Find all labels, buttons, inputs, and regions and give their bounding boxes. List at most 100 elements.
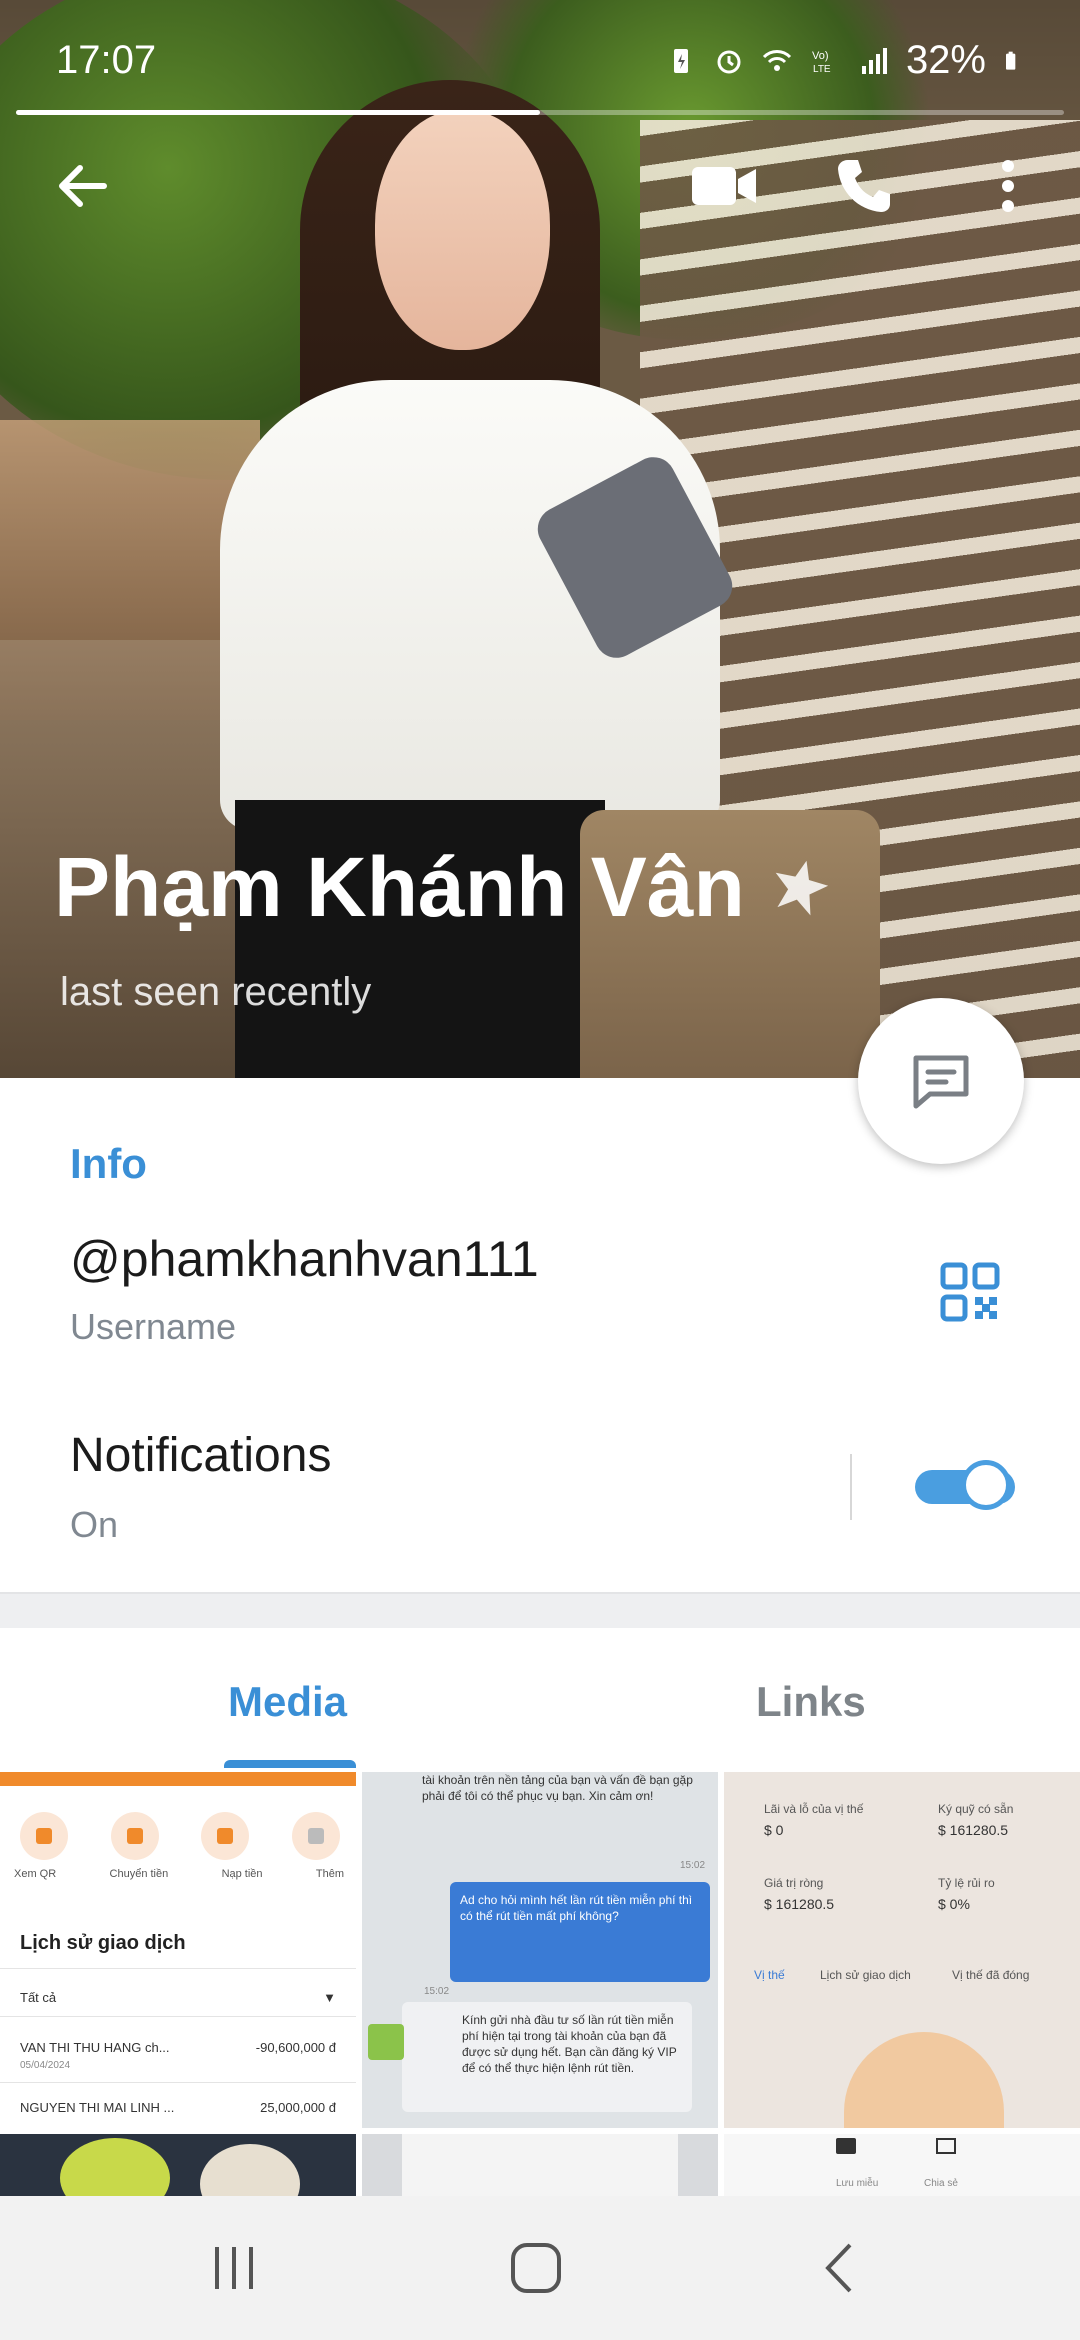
toggle-knob	[961, 1460, 1011, 1510]
tab-links[interactable]: Links	[756, 1678, 866, 1726]
story-progress-track	[16, 110, 1064, 115]
qr-action-icon	[20, 1812, 68, 1860]
notifications-divider	[850, 1454, 852, 1520]
share-icon	[936, 2138, 956, 2154]
signal-icon	[861, 47, 887, 74]
call-button[interactable]	[824, 146, 904, 226]
home-icon	[511, 2243, 561, 2293]
info-section-title: Info	[70, 1140, 147, 1187]
qr-code-button[interactable]	[940, 1262, 1000, 1322]
thumb-tab: Vị thế đã đóng	[952, 1968, 1030, 1982]
profile-last-seen: last seen recently	[60, 970, 372, 1014]
battery-percent: 32%	[905, 38, 986, 82]
message-icon	[913, 1055, 969, 1109]
thumb-stat-value: $ 0%	[938, 1896, 970, 1912]
battery-icon	[1006, 51, 1016, 70]
recents-button[interactable]	[202, 2236, 266, 2300]
media-grid: Xem QR Chuyển tiền Nạp tiền Thêm Lịch sử…	[0, 1772, 1080, 2196]
thumb-transaction-row: NGUYEN THI MAI LINH ... 25,000,000 đ	[20, 2100, 336, 2115]
thumb-stat-value: $ 0	[764, 1822, 784, 1838]
thumb-chat-text: tài khoản trên nền tảng của bạn và vấn đ…	[422, 1773, 693, 1803]
battery-saver-icon	[673, 48, 688, 73]
media-thumbnail[interactable]: Lưu miễu Chia sẻ	[724, 2134, 1080, 2196]
thumb-food-photo	[60, 2138, 170, 2196]
status-time: 17:07	[56, 38, 157, 82]
thumb-action-labels: Xem QR Chuyển tiền Nạp tiền Thêm	[14, 1868, 344, 1880]
tab-media[interactable]: Media	[228, 1678, 347, 1726]
thumb-tx-amount: -90,600,000 đ	[255, 2040, 336, 2055]
alarm-icon	[717, 50, 741, 73]
recents-icon	[215, 2247, 253, 2289]
shared-media-tabs: Media Links	[0, 1628, 1080, 1772]
thumb-avatar-icon	[368, 2024, 404, 2060]
thumb-label: Chia sẻ	[924, 2178, 958, 2189]
back-icon	[825, 2243, 852, 2293]
thumb-chat-bubble-outgoing: Ad cho hỏi mình hết lần rút tiền miễn ph…	[450, 1882, 710, 1982]
nav-back-button[interactable]	[808, 2236, 872, 2300]
profile-name: Phạm Khánh Vân	[54, 840, 745, 934]
thumb-transaction-row: VAN THI THU HANG ch... -90,600,000 đ	[20, 2040, 336, 2055]
thumb-tx-date: 05/04/2024	[20, 2060, 71, 2071]
media-thumbnail[interactable]: Lãi và lỗ của vị thế $ 0 Ký quỹ có sẵn $…	[724, 1772, 1080, 2128]
thumb-orange-header	[0, 1772, 356, 1786]
photo-person-face	[375, 110, 550, 350]
media-thumbnail[interactable]: tài khoản trên nền tảng của bạn và vấn đ…	[362, 1772, 718, 2128]
video-camera-icon	[692, 167, 756, 205]
back-button[interactable]	[42, 146, 122, 226]
thumb-chat-bubble-incoming: Kính gửi nhà đầu tư số lần rút tiền miễn…	[402, 2002, 692, 2112]
status-bar: 17:07 Vo) LTE 32%	[0, 0, 1080, 110]
phone-icon	[838, 160, 890, 212]
notifications-toggle[interactable]	[915, 1458, 1015, 1514]
svg-text:Vo): Vo)	[812, 50, 829, 62]
thumb-tx-amount: 25,000,000 đ	[260, 2100, 336, 2115]
thumb-label: Nạp tiền	[221, 1868, 263, 1880]
thumb-tx-name: VAN THI THU HANG ch...	[20, 2040, 170, 2055]
home-button[interactable]	[504, 2236, 568, 2300]
thumb-illustration	[844, 2032, 1004, 2128]
media-thumbnail[interactable]: Xem QR Chuyển tiền Nạp tiền Thêm Lịch sử…	[0, 1772, 356, 2128]
message-button[interactable]	[858, 998, 1024, 1164]
thumb-tx-name: NGUYEN THI MAI LINH ...	[20, 2100, 175, 2115]
thumb-stat-label: Giá trị ròng	[764, 1876, 824, 1890]
thumb-heading: Lịch sử giao dịch	[20, 1932, 186, 1954]
back-arrow-icon	[59, 165, 107, 207]
story-progress-fill	[16, 110, 540, 115]
thumb-divider	[0, 2016, 356, 2017]
username-value[interactable]: @phamkhanhvan111	[70, 1230, 539, 1288]
thumb-document	[402, 2134, 678, 2196]
more-action-icon	[291, 1812, 340, 1860]
thumb-label: Chuyển tiền	[109, 1868, 169, 1880]
notifications-value: On	[70, 1504, 119, 1545]
section-divider	[0, 1592, 1080, 1630]
thumb-chat-time: 15:02	[680, 1860, 706, 1871]
thumb-label: Lưu miễu	[836, 2178, 879, 2189]
star-icon[interactable]	[769, 856, 831, 918]
system-navigation-bar	[0, 2196, 1080, 2340]
thumb-label: Xem QR	[14, 1868, 57, 1880]
media-thumbnail[interactable]	[362, 2134, 718, 2196]
more-vertical-icon	[1002, 160, 1014, 212]
svg-text:LTE: LTE	[813, 64, 831, 75]
thumb-divider	[0, 2082, 356, 2083]
filter-icon: ▼	[323, 1990, 336, 2005]
thumb-stat-value: $ 161280.5	[764, 1896, 835, 1912]
wifi-icon	[762, 49, 792, 71]
thumb-stat-label: Tỷ lệ rủi ro	[938, 1876, 995, 1890]
qr-code-icon	[940, 1262, 1000, 1322]
thumb-filter-row: Tất cả ▼	[20, 1990, 336, 2005]
status-icons: Vo) LTE 32%	[666, 38, 1024, 83]
more-options-button[interactable]	[968, 146, 1048, 226]
profile-name-row: Phạm Khánh Vân	[54, 845, 831, 929]
media-thumbnail[interactable]	[0, 2134, 356, 2196]
tab-active-indicator	[224, 1760, 356, 1768]
thumb-label: Thêm	[315, 1868, 344, 1880]
thumb-chat-time: 15:02	[424, 1986, 450, 1997]
save-icon	[836, 2138, 856, 2154]
notifications-label[interactable]: Notifications	[70, 1428, 331, 1483]
deposit-action-icon	[201, 1812, 250, 1860]
video-call-button[interactable]	[680, 146, 770, 226]
thumb-bowl-photo	[200, 2144, 300, 2196]
thumb-stat-value: $ 161280.5	[938, 1822, 1009, 1838]
transfer-action-icon	[110, 1812, 159, 1860]
thumb-tab: Lịch sử giao dịch	[820, 1968, 911, 1982]
